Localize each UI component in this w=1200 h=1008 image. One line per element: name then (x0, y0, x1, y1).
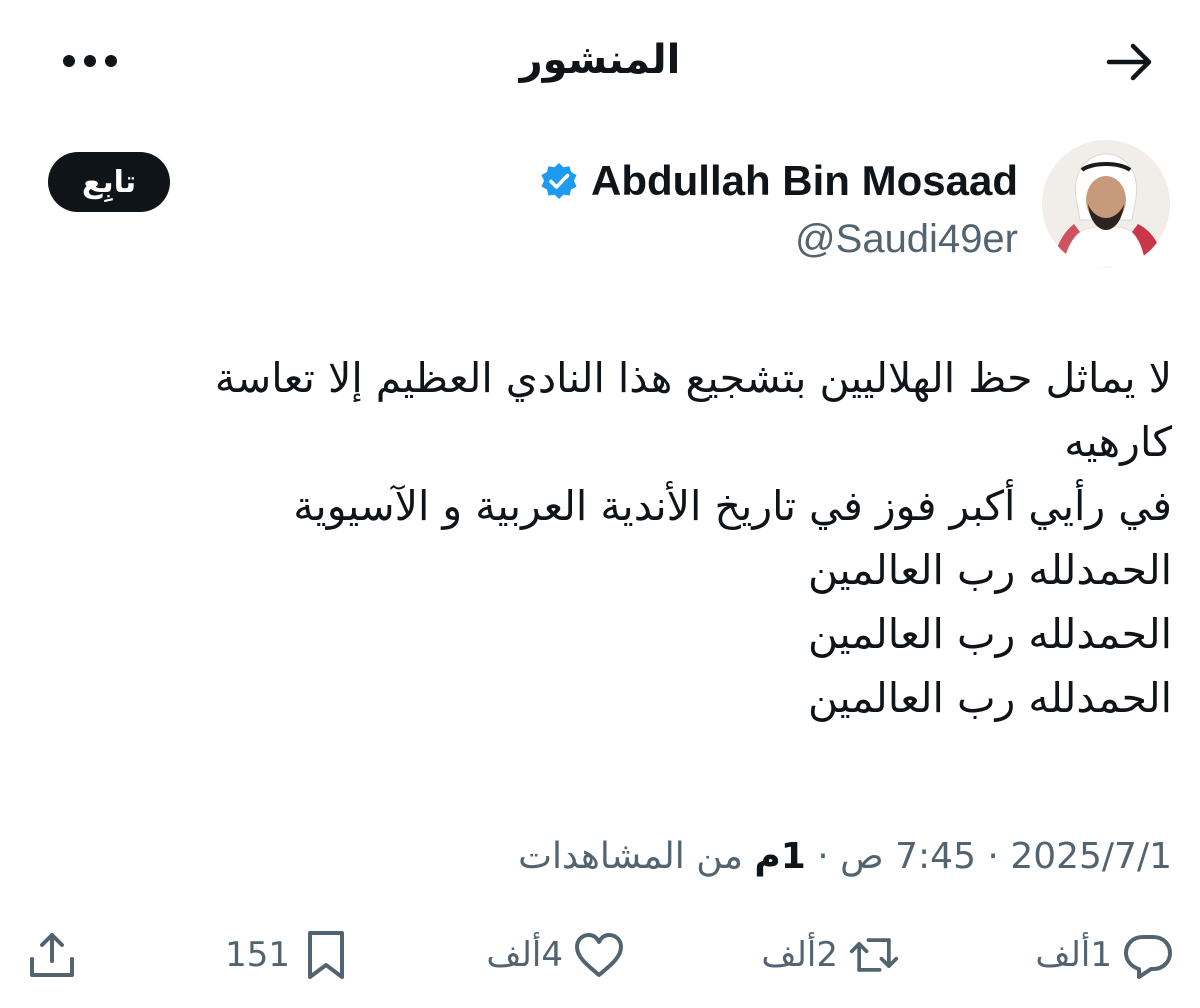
bookmark-icon (300, 929, 352, 981)
tweet-time[interactable]: 7:45 ص (840, 836, 976, 877)
post-header: المنشور (0, 0, 1200, 125)
tweet-line: الحمدلله رب العالمين (807, 610, 1172, 658)
repost-icon (848, 929, 900, 981)
bookmark-button[interactable]: 151 (225, 915, 352, 995)
repost-count: 2ألف (761, 935, 838, 975)
page-title: المنشور (519, 37, 681, 83)
reply-icon (1122, 929, 1174, 981)
tweet-line: في رأيي أكبر فوز في تاريخ الأندية العربي… (293, 482, 1172, 530)
more-icon (62, 53, 118, 72)
share-icon (26, 929, 78, 981)
more-button[interactable] (55, 40, 125, 84)
author-handle[interactable]: @Saudi49er (795, 210, 1018, 268)
avatar-image (1042, 140, 1170, 268)
views-count[interactable]: 1م (754, 836, 805, 877)
tweet-line: الحمدلله رب العالمين (807, 674, 1172, 722)
share-button[interactable] (26, 915, 78, 995)
author-name[interactable]: Abdullah Bin Mosaad (591, 150, 1018, 212)
follow-button[interactable]: تابِع (48, 152, 170, 212)
tweet-meta: 2025/7/1 · 7:45 ص · 1م من المشاهدات (62, 830, 1172, 884)
bookmark-count: 151 (225, 935, 290, 975)
verified-badge-icon[interactable] (539, 161, 579, 201)
meta-separator: · (975, 836, 1011, 877)
meta-separator: · (805, 836, 841, 877)
tweet-line: الحمدلله رب العالمين (807, 546, 1172, 594)
avatar[interactable] (1042, 140, 1170, 268)
tweet-line: كارهيه (1064, 418, 1172, 466)
reply-button[interactable]: 1ألف (1035, 915, 1174, 995)
like-count: 4ألف (486, 935, 563, 975)
heart-icon (573, 929, 625, 981)
like-button[interactable]: 4ألف (486, 915, 625, 995)
tweet-line: لا يماثل حظ الهلاليين بتشجيع هذا النادي … (214, 354, 1172, 402)
repost-button[interactable]: 2ألف (761, 915, 900, 995)
views-label: من المشاهدات (518, 836, 755, 877)
action-bar: 1ألف 2ألف 4ألف 151 (0, 915, 1200, 995)
tweet-text: لا يماثل حظ الهلاليين بتشجيع هذا النادي … (62, 346, 1172, 730)
tweet-date[interactable]: 2025/7/1 (1010, 836, 1172, 877)
reply-count: 1ألف (1035, 935, 1112, 975)
author-name-row[interactable]: Abdullah Bin Mosaad (539, 150, 1018, 212)
